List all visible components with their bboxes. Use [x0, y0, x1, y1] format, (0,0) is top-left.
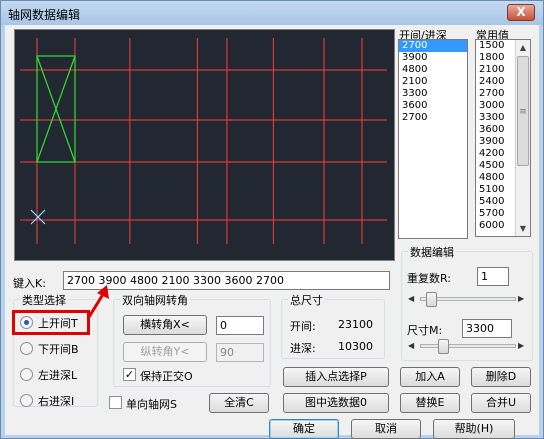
axis-preview-canvas[interactable] [14, 29, 395, 261]
dialog-client: 开间/进深 2700 3900 4800 2100 3300 3600 2700 常用值 1… [5, 25, 539, 439]
clear-all-button[interactable]: 全清C [209, 393, 269, 413]
title-bar[interactable]: 轴网数据编辑 X [1, 1, 543, 25]
type-option-label[interactable]: 左进深L [38, 367, 77, 383]
repeat-slider-right-arrow-icon[interactable]: ▶ [518, 294, 524, 303]
size-slider[interactable] [420, 344, 516, 348]
spans-list[interactable]: 2700 3900 4800 2100 3300 3600 2700 [398, 39, 468, 239]
span-list-item[interactable]: 3600 [399, 100, 467, 112]
rotation-title: 双向轴网转角 [120, 292, 190, 308]
span-list-item[interactable]: 4800 [399, 64, 467, 76]
repeat-label: 重复数R: [407, 272, 452, 285]
ok-button[interactable]: 确定 [269, 419, 339, 439]
single-axis-checkbox[interactable] [109, 396, 122, 409]
common-values-list[interactable]: 1500 1800 2100 2400 2700 3000 3300 3600 3900 4200… [475, 39, 531, 237]
insert-point-select-button[interactable]: 插入点选择P [283, 367, 389, 387]
type-option-label[interactable]: 下开间B [38, 341, 79, 357]
type-option-radio[interactable] [20, 394, 33, 407]
span-list-item[interactable]: 2700 [399, 40, 467, 52]
data-edit-title: 数据编辑 [408, 244, 456, 260]
cancel-button[interactable]: 取消 [351, 419, 421, 439]
axis-grid-drawing [20, 38, 387, 244]
help-button[interactable]: 帮助(H) [433, 419, 515, 439]
span-list-item[interactable]: 2100 [399, 76, 467, 88]
total-size-group: 总尺寸 开间: 23100 进深: 10300 [281, 292, 385, 359]
keep-orthogonal-label: 保持正交O [140, 370, 193, 383]
vertical-angle-button[interactable]: 纵转角Y< [123, 342, 207, 362]
type-option-radio[interactable] [20, 368, 33, 381]
delete-button[interactable]: 删除D [471, 367, 531, 387]
keep-orthogonal-checkbox[interactable]: ✓ [123, 368, 136, 381]
scroll-thumb[interactable]: ≡ [517, 56, 529, 166]
repeat-slider-thumb[interactable] [426, 292, 437, 307]
size-slider-right-arrow-icon[interactable]: ▶ [518, 341, 524, 350]
type-option-label[interactable]: 右进深I [38, 393, 74, 409]
dialog-window: 轴网数据编辑 X 开间/进深 2700 3900 4800 2100 3300 3600 2… [0, 0, 544, 439]
depth-label: 进深: [290, 342, 316, 355]
depth-value: 10300 [338, 340, 373, 353]
merge-button[interactable]: 合并U [471, 393, 531, 413]
size-slider-thumb[interactable] [438, 339, 449, 354]
data-edit-group: 数据编辑 重复数R: 1 ◀ ▶ 尺寸M: 3300 ◀ ▶ [401, 244, 533, 361]
selected-option-highlight [12, 310, 90, 335]
pick-data-from-drawing-button[interactable]: 图中选数据0 [283, 393, 389, 413]
horizontal-angle-button[interactable]: 横转角X< [123, 315, 207, 335]
scroll-down-arrow-icon[interactable]: ▼ [516, 221, 530, 236]
repeat-count-input[interactable]: 1 [477, 267, 509, 286]
size-input[interactable]: 3300 [462, 319, 512, 338]
scroll-up-arrow-icon[interactable]: ▲ [516, 40, 530, 55]
replace-button[interactable]: 替换E [400, 393, 460, 413]
span-list-item[interactable]: 2700 [399, 112, 467, 124]
single-axis-label: 单向轴网S [126, 398, 177, 411]
type-select-title: 类型选择 [20, 292, 68, 308]
add-button[interactable]: 加入A [400, 367, 460, 387]
bay-value: 23100 [338, 318, 373, 331]
keyin-label: 键入K: [13, 277, 46, 290]
size-label: 尺寸M: [407, 324, 443, 337]
common-values-scrollbar[interactable]: ▲ ≡ ▼ [515, 40, 530, 236]
rotation-group: 双向轴网转角 横转角X< 0 纵转角Y< 90 ✓ 保持正交O [113, 292, 271, 387]
bay-label: 开间: [290, 320, 316, 333]
type-option-radio[interactable] [20, 342, 33, 355]
horizontal-angle-input[interactable]: 0 [216, 316, 264, 335]
span-list-item[interactable]: 3300 [399, 88, 467, 100]
total-size-title: 总尺寸 [288, 292, 325, 308]
window-title: 轴网数据编辑 [8, 8, 81, 22]
repeat-slider-left-arrow-icon[interactable]: ◀ [408, 294, 414, 303]
size-slider-left-arrow-icon[interactable]: ◀ [408, 341, 414, 350]
close-button[interactable]: X [507, 4, 535, 21]
span-list-item[interactable]: 3900 [399, 52, 467, 64]
annotation-arrow [87, 285, 109, 318]
vertical-angle-input[interactable]: 90 [216, 343, 264, 362]
